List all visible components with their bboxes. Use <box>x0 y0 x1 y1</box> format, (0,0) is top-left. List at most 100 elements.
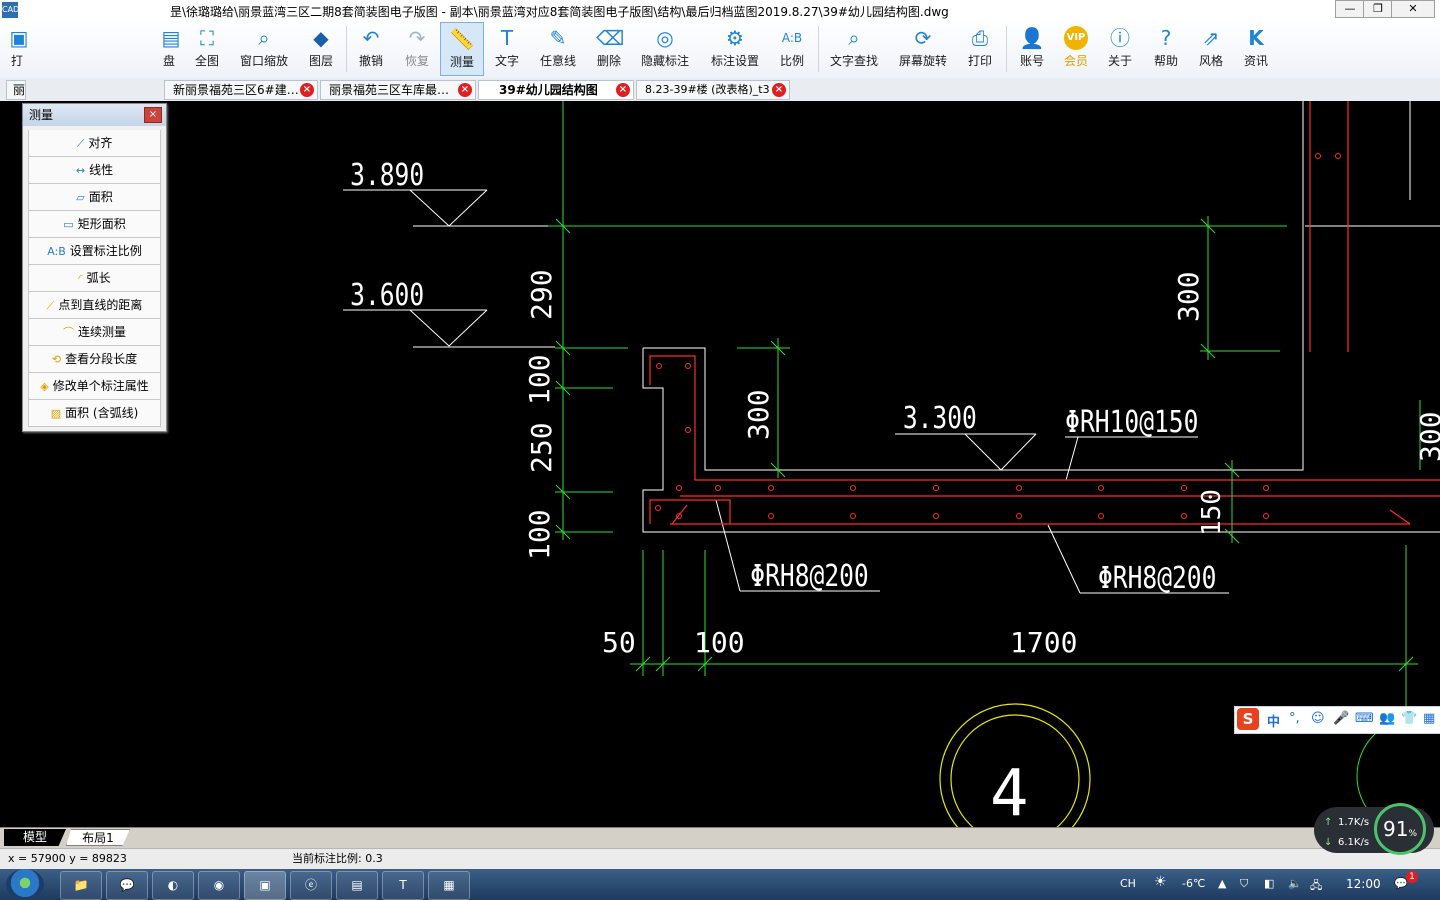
dimension-label: 290 <box>525 269 558 320</box>
maximize-button[interactable]: ❐ <box>1363 0 1393 18</box>
sogou-logo-icon[interactable]: S <box>1237 708 1259 730</box>
dimension-label: 100 <box>523 509 556 560</box>
measure-panel: 测量 × ⟋ 对齐 ↔ 线性 ▱ 面积 ▭ 矩形面积 A:B 设置标注比例 ◜ 弧长 ⟋ 点到… <box>22 103 167 432</box>
cad-viewer-taskbar-icon[interactable]: ▣ <box>244 871 286 900</box>
segment-length-item[interactable]: ⟲ 查看分段长度 <box>28 346 161 373</box>
emoji-icon[interactable]: ☺ <box>1311 711 1325 726</box>
annotation-settings-button[interactable]: ⚙ 标注设置 <box>704 22 766 76</box>
firefox-taskbar-icon[interactable]: ◉ <box>198 871 240 900</box>
close-tab-icon[interactable]: × <box>772 83 786 97</box>
account-button[interactable]: 👤 账号 <box>1012 22 1052 76</box>
set-annotation-scale-item[interactable]: A:B 设置标注比例 <box>28 238 161 265</box>
area-icon: ▱ <box>76 191 85 204</box>
measure-area-item[interactable]: ▱ 面积 <box>28 184 161 211</box>
tray-app-icon[interactable]: ◧ <box>1264 877 1274 890</box>
network-icon[interactable]: 🖧 <box>1310 877 1322 896</box>
calculator-taskbar-icon[interactable]: ▦ <box>428 871 470 900</box>
tab-doc-3[interactable]: 丽景福苑三区车库最… × <box>320 80 476 100</box>
measure-button[interactable]: 📏 测量 <box>440 22 484 76</box>
print-button[interactable]: ⎙ 打印 <box>960 22 1000 76</box>
volume-icon[interactable]: 🔈 <box>1288 877 1302 890</box>
point-to-line-distance-item[interactable]: ⟋ 点到直线的距离 <box>28 292 161 319</box>
undo-button[interactable]: ↶ 撤销 <box>350 22 392 76</box>
rebar-label: ΦRH10@150 <box>1065 406 1198 440</box>
start-button[interactable] <box>6 869 44 900</box>
rebar-label: ΦRH8@200 <box>750 560 868 594</box>
weather-temperature[interactable]: -6℃ <box>1182 877 1205 890</box>
ime-mode-toggle[interactable]: 中 <box>1267 711 1280 730</box>
grid-menu-icon[interactable]: ▦ <box>1423 711 1435 726</box>
user-icon[interactable]: 👥 <box>1379 711 1395 726</box>
vip-icon: VIP <box>1064 26 1088 50</box>
browser-taskbar-icon[interactable]: ◐ <box>152 871 194 900</box>
tab-model[interactable]: 模型 <box>4 829 66 846</box>
dimension-label: 300 <box>1414 411 1440 462</box>
input-language[interactable]: CH <box>1120 877 1136 890</box>
vip-button[interactable]: VIP 会员 <box>1056 22 1096 76</box>
tab-doc-5[interactable]: 8.23-39#楼 (改表格)_t3 × <box>636 80 790 100</box>
delete-button[interactable]: ⌫ 删除 <box>588 22 630 76</box>
ime-punctuation-toggle[interactable]: °, <box>1289 711 1300 726</box>
ie-taskbar-icon[interactable]: ⓔ <box>290 871 332 900</box>
weather-sun-icon[interactable]: ☀ <box>1154 874 1167 890</box>
text-button[interactable]: T 文字 <box>486 22 528 76</box>
info-icon: ⓘ <box>1110 26 1130 50</box>
full-view-button[interactable]: ⛶ 全图 <box>186 22 228 76</box>
tim-taskbar-icon[interactable]: T <box>382 871 424 900</box>
microphone-icon[interactable]: 🎤 <box>1333 711 1349 726</box>
upload-arrow-icon: ↑ <box>1324 817 1333 828</box>
wechat-taskbar-icon[interactable]: 💬 <box>106 871 148 900</box>
redo-icon: ↷ <box>408 26 426 50</box>
tab-doc-1[interactable]: 丽 <box>6 80 26 100</box>
text-search-button[interactable]: ⌕ 文字查找 <box>824 22 884 76</box>
close-tab-icon[interactable]: × <box>458 83 472 97</box>
keyboard-icon[interactable]: ⌨ <box>1355 711 1374 726</box>
cad-drawing: 3.890 3.600 3.300 ΦRH10@150 ΦRH8@200 ΦRH… <box>343 101 1440 827</box>
security-shield-icon[interactable]: ⛉ <box>1240 877 1248 891</box>
news-button[interactable]: K 资讯 <box>1236 22 1276 76</box>
measure-rect-area-item[interactable]: ▭ 矩形面积 <box>28 211 161 238</box>
status-bar: x = 57900 y = 89823 当前标注比例: 0.3 <box>0 848 1440 870</box>
free-line-button[interactable]: ✎ 任意线 <box>532 22 584 76</box>
help-button[interactable]: ? 帮助 <box>1146 22 1186 76</box>
rotate-screen-button[interactable]: ⟳ 屏幕旋转 <box>892 22 954 76</box>
disk-button[interactable]: ▤ 盘 <box>158 22 181 76</box>
main-toolbar: ▣ 打 ▤ 盘 ⛶ 全图 ⌕ 窗口缩放 ◆ 图层 ↶ 撤销 ↷ 恢复 📏 测量 T 文字 ✎ 任意线… <box>0 20 1440 79</box>
continuous-measure-item[interactable]: ⌒ 连续测量 <box>28 319 161 346</box>
account-icon: 👤 <box>1019 26 1045 50</box>
close-tab-icon[interactable]: × <box>616 83 630 97</box>
scale-button[interactable]: A:B 比例 <box>772 22 812 76</box>
close-tab-icon[interactable]: × <box>300 83 314 97</box>
tab-doc-2[interactable]: 新丽景福苑三区6#建… × <box>164 80 318 100</box>
clock[interactable]: 12:00 <box>1346 877 1381 891</box>
text-icon: T <box>500 26 514 50</box>
network-speed-widget[interactable]: ↑ 1.7K/s ↓ 6.1K/s 91% <box>1314 803 1434 855</box>
measure-linear-item[interactable]: ↔ 线性 <box>28 157 161 184</box>
window-zoom-button[interactable]: ⌕ 窗口缩放 <box>236 22 292 76</box>
minimize-button[interactable]: — <box>1335 0 1365 18</box>
measure-aligned-item[interactable]: ⟋ 对齐 <box>28 130 161 157</box>
office-taskbar-icon[interactable]: ▤ <box>336 871 378 900</box>
redo-button[interactable]: ↷ 恢复 <box>396 22 438 76</box>
arc-length-icon: ◜ <box>78 272 83 285</box>
tab-layout-1[interactable]: 布局1 <box>66 829 130 846</box>
open-button[interactable]: ▣ 打 <box>6 22 29 76</box>
drawing-canvas[interactable]: 3.890 3.600 3.300 ΦRH10@150 ΦRH8@200 ΦRH… <box>0 101 1440 827</box>
explorer-taskbar-icon[interactable]: 📁 <box>60 871 102 900</box>
measure-arc-length-item[interactable]: ◜ 弧长 <box>28 265 161 292</box>
tray-expand-icon[interactable]: ▲ <box>1218 877 1226 890</box>
window-title: 昰\徐璐璐给\丽景蓝湾三区二期8套简装图电子版图 - 副本\丽景蓝湾对应8套简装… <box>170 5 949 19</box>
cursor-coordinates: x = 57900 y = 89823 <box>8 852 127 865</box>
hide-annotation-button[interactable]: ◎ 隐藏标注 <box>636 22 694 76</box>
close-window-button[interactable]: ✕ <box>1391 0 1435 18</box>
aligned-dimension-icon: ⟋ <box>76 137 85 150</box>
rebar-label: ΦRH8@200 <box>1098 562 1216 596</box>
area-with-arc-item[interactable]: ▨ 面积 (含弧线) <box>28 400 161 427</box>
panel-close-button[interactable]: × <box>144 107 162 123</box>
edit-annotation-item[interactable]: ◈ 修改单个标注属性 <box>28 373 161 400</box>
layers-button[interactable]: ◆ 图层 <box>300 22 342 76</box>
skin-icon[interactable]: 👕 <box>1401 711 1417 726</box>
about-button[interactable]: ⓘ 关于 <box>1100 22 1140 76</box>
style-button[interactable]: ⇗ 风格 <box>1191 22 1231 76</box>
tab-doc-active[interactable]: 39#幼儿园结构图 × <box>478 80 634 100</box>
